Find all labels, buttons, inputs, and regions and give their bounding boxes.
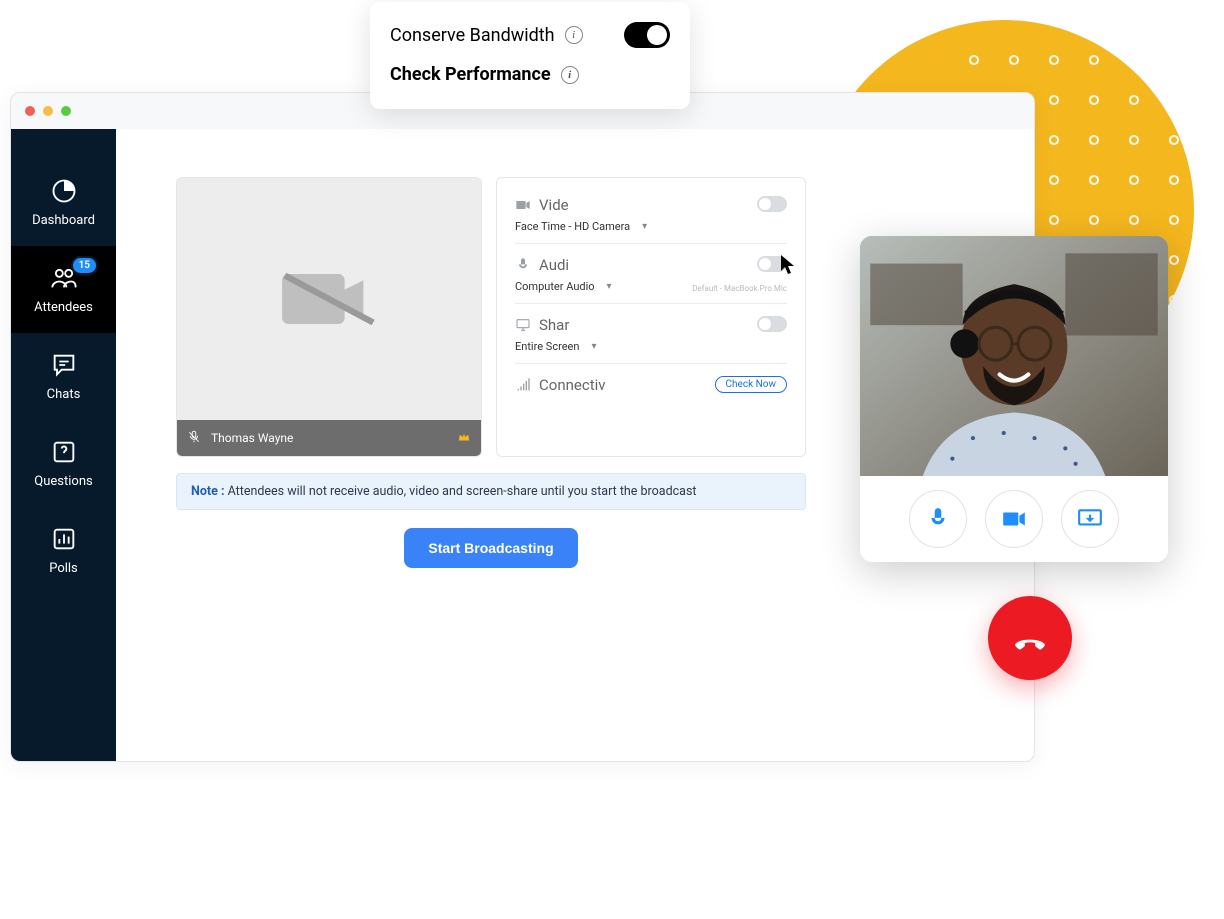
settings-row-audio: Audi Computer Audio ▾ Default - MacBook … <box>515 244 787 304</box>
note-text: Attendees will not receive audio, video … <box>224 484 696 499</box>
start-broadcasting-button[interactable]: Start Broadcasting <box>404 528 577 568</box>
bandwidth-card: Conserve Bandwidth i Check Performance i <box>370 2 690 109</box>
conserve-bandwidth-row: Conserve Bandwidth i <box>390 14 670 56</box>
chats-icon <box>50 351 78 379</box>
sidebar-item-dashboard[interactable]: Dashboard <box>11 159 116 246</box>
video-preview-body <box>177 178 481 420</box>
sidebar-item-attendees[interactable]: 15 Attendees <box>11 246 116 333</box>
sidebar-label-questions: Questions <box>34 474 92 489</box>
sidebar-item-polls[interactable]: Polls <box>11 507 116 594</box>
conserve-bandwidth-toggle[interactable] <box>624 22 670 48</box>
camera-off-icon <box>279 259 379 339</box>
settings-row-connectivity: Connectiv Check Now <box>515 364 787 404</box>
settings-video-source[interactable]: Face Time - HD Camera <box>515 220 630 233</box>
signal-icon <box>515 377 531 393</box>
self-video-controls <box>860 476 1168 548</box>
polls-icon <box>50 525 78 553</box>
info-icon[interactable]: i <box>561 66 579 84</box>
conserve-bandwidth-label: Conserve Bandwidth <box>390 25 555 46</box>
audio-default-note: Default - MacBook Pro Mic <box>692 284 787 293</box>
settings-video-title: Vide <box>539 196 569 214</box>
share-toggle[interactable] <box>757 316 787 332</box>
chevron-down-icon[interactable]: ▾ <box>591 341 596 352</box>
video-toggle[interactable] <box>757 196 787 212</box>
sidebar-label-chats: Chats <box>47 387 81 402</box>
settings-share-title: Shar <box>539 316 569 334</box>
mic-button[interactable] <box>909 490 967 548</box>
chevron-down-icon[interactable]: ▾ <box>642 221 647 232</box>
window-maximize-dot[interactable] <box>61 106 71 116</box>
sidebar-label-attendees: Attendees <box>34 300 93 315</box>
screenshare-icon <box>515 317 531 333</box>
info-icon[interactable]: i <box>565 26 583 44</box>
settings-audio-title: Audi <box>539 256 569 274</box>
camera-icon <box>1001 506 1027 532</box>
settings-row-video: Vide Face Time - HD Camera ▾ <box>515 184 787 244</box>
questions-icon <box>50 438 78 466</box>
sidebar-item-chats[interactable]: Chats <box>11 333 116 420</box>
cursor-icon <box>780 254 796 276</box>
video-preview-footer: Thomas Wayne <box>177 420 481 456</box>
settings-row-share: Shar Entire Screen ▾ <box>515 304 787 364</box>
sidebar-item-questions[interactable]: Questions <box>11 420 116 507</box>
participant-name: Thomas Wayne <box>211 431 293 445</box>
audio-icon <box>515 257 531 273</box>
end-call-button[interactable] <box>988 596 1072 680</box>
screenshare-icon <box>1077 506 1103 532</box>
window-close-dot[interactable] <box>25 106 35 116</box>
host-crown-icon <box>457 430 471 447</box>
broadcast-note: Note : Attendees will not receive audio,… <box>176 473 806 510</box>
check-performance-row[interactable]: Check Performance i <box>390 56 670 93</box>
self-video-feed <box>860 236 1168 476</box>
sidebar-label-dashboard: Dashboard <box>32 213 95 228</box>
sidebar: Dashboard 15 Attendees Chats Questions P… <box>11 129 116 761</box>
camera-button[interactable] <box>985 490 1043 548</box>
video-icon <box>515 197 531 213</box>
screenshare-button[interactable] <box>1061 490 1119 548</box>
dashboard-icon <box>50 177 78 205</box>
self-video-card <box>860 236 1168 562</box>
sidebar-label-polls: Polls <box>49 561 78 576</box>
settings-connectivity-title: Connectiv <box>539 376 606 394</box>
broadcast-settings-card: Vide Face Time - HD Camera ▾ Audi <box>496 177 806 457</box>
window-minimize-dot[interactable] <box>43 106 53 116</box>
settings-audio-source[interactable]: Computer Audio <box>515 280 595 293</box>
mic-icon <box>925 506 951 532</box>
check-now-button[interactable]: Check Now <box>715 376 787 393</box>
mic-muted-icon <box>187 430 201 447</box>
chevron-down-icon[interactable]: ▾ <box>607 281 612 292</box>
hangup-icon <box>1011 619 1049 657</box>
video-preview-card: Thomas Wayne <box>176 177 482 457</box>
note-prefix: Note : <box>191 484 224 499</box>
attendees-badge: 15 <box>71 256 98 275</box>
check-performance-label: Check Performance <box>390 64 551 85</box>
settings-share-source[interactable]: Entire Screen <box>515 340 579 353</box>
